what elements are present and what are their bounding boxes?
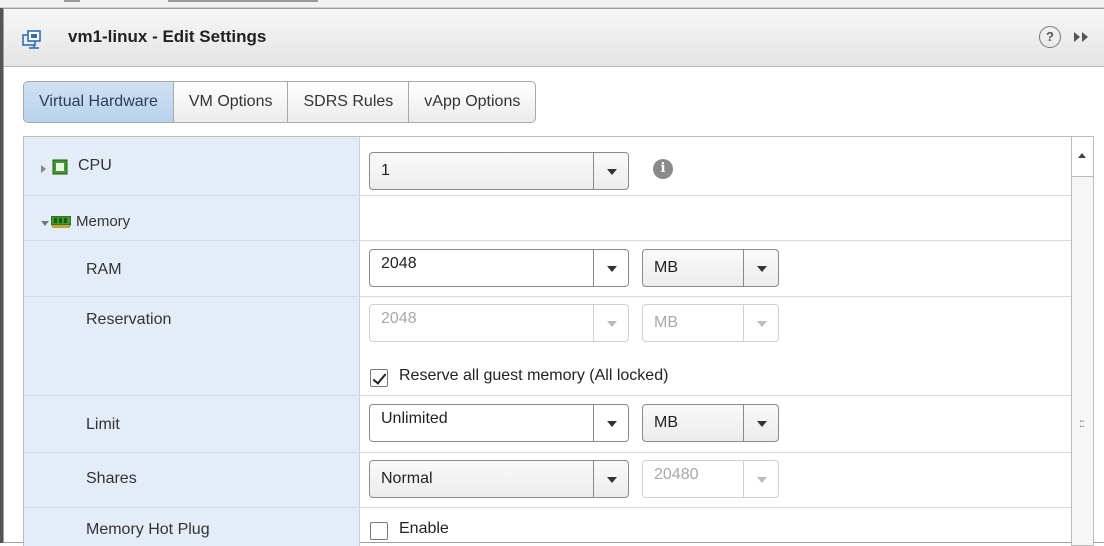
reserve-all-checkbox[interactable]	[370, 369, 388, 387]
edit-settings-dialog: vm1-linux - Edit Settings ? Virtual Hard…	[3, 8, 1104, 546]
ram-value: 2048	[381, 255, 417, 272]
chevron-down-icon[interactable]	[743, 405, 778, 441]
limit-unit-value: MB	[654, 414, 678, 431]
chevron-down-icon[interactable]	[593, 461, 628, 497]
vertical-scrollbar[interactable]: ::	[1071, 136, 1094, 546]
column-divider	[359, 137, 360, 546]
row-divider	[24, 507, 1071, 508]
info-icon[interactable]: i	[653, 159, 673, 179]
help-icon[interactable]: ?	[1039, 26, 1061, 48]
tab-sdrs-rules[interactable]: SDRS Rules	[288, 82, 410, 122]
ram-label: RAM	[86, 261, 122, 278]
hot-plug-label: Memory Hot Plug	[86, 521, 210, 538]
shares-amount-input: 20480	[642, 460, 779, 498]
shares-select[interactable]: Normal	[369, 460, 629, 498]
resize-grip-icon[interactable]: ::	[1079, 416, 1085, 430]
reserve-all-label: Reserve all guest memory (All locked)	[399, 367, 669, 384]
row-divider	[24, 195, 1071, 196]
cpu-expand-icon[interactable]	[41, 165, 46, 173]
cpu-label: CPU	[78, 157, 112, 174]
chevron-down-icon[interactable]	[593, 250, 628, 286]
ram-unit-value: MB	[654, 259, 678, 276]
background-window-strip	[0, 0, 1104, 8]
collapse-icon[interactable]	[1073, 31, 1089, 43]
label-column	[24, 137, 359, 546]
row-divider	[24, 395, 1071, 396]
reservation-label: Reservation	[86, 311, 172, 328]
cpu-count-select[interactable]: 1	[369, 152, 629, 190]
hot-plug-enable-label: Enable	[399, 520, 449, 537]
chevron-down-icon	[743, 305, 778, 341]
reservation-input: 2048	[369, 304, 629, 342]
limit-label: Limit	[86, 416, 120, 433]
limit-value: Unlimited	[381, 410, 448, 427]
shares-value: Normal	[381, 470, 433, 487]
ram-size-input[interactable]: 2048	[369, 249, 629, 287]
hot-plug-checkbox[interactable]	[370, 522, 388, 540]
reservation-value: 2048	[381, 310, 417, 327]
memory-label: Memory	[76, 213, 131, 230]
shares-amount-value: 20480	[654, 466, 699, 483]
dialog-title: vm1-linux - Edit Settings	[68, 27, 267, 46]
hardware-panel: CPU 1 i Memory RAM 2048 MB Reservation 2…	[23, 136, 1071, 546]
shares-label: Shares	[86, 470, 137, 487]
row-divider	[24, 240, 1071, 241]
row-divider	[24, 296, 1071, 297]
tab-vm-options[interactable]: VM Options	[174, 82, 289, 122]
chevron-down-icon	[743, 461, 778, 497]
dialog-titlebar[interactable]: vm1-linux - Edit Settings ?	[4, 9, 1104, 67]
reservation-unit-select: MB	[642, 304, 779, 342]
tab-virtual-hardware[interactable]: Virtual Hardware	[24, 82, 174, 122]
chevron-down-icon[interactable]	[743, 250, 778, 286]
row-divider	[24, 452, 1071, 453]
limit-unit-select[interactable]: MB	[642, 404, 779, 442]
chevron-down-icon[interactable]	[593, 405, 628, 441]
chevron-down-icon[interactable]	[593, 153, 628, 189]
cpu-count-value: 1	[381, 162, 390, 179]
scroll-up-icon[interactable]	[1072, 137, 1093, 177]
tab-vapp-options[interactable]: vApp Options	[409, 82, 535, 122]
cpu-chip-icon	[52, 159, 68, 175]
reservation-unit-value: MB	[654, 314, 678, 331]
settings-tabs: Virtual Hardware VM Options SDRS Rules v…	[23, 81, 537, 123]
memory-collapse-icon[interactable]	[41, 221, 49, 226]
chevron-down-icon	[593, 305, 628, 341]
limit-input[interactable]: Unlimited	[369, 404, 629, 442]
ram-unit-select[interactable]: MB	[642, 249, 779, 287]
memory-module-icon	[51, 216, 71, 228]
vm-icon	[22, 30, 41, 49]
